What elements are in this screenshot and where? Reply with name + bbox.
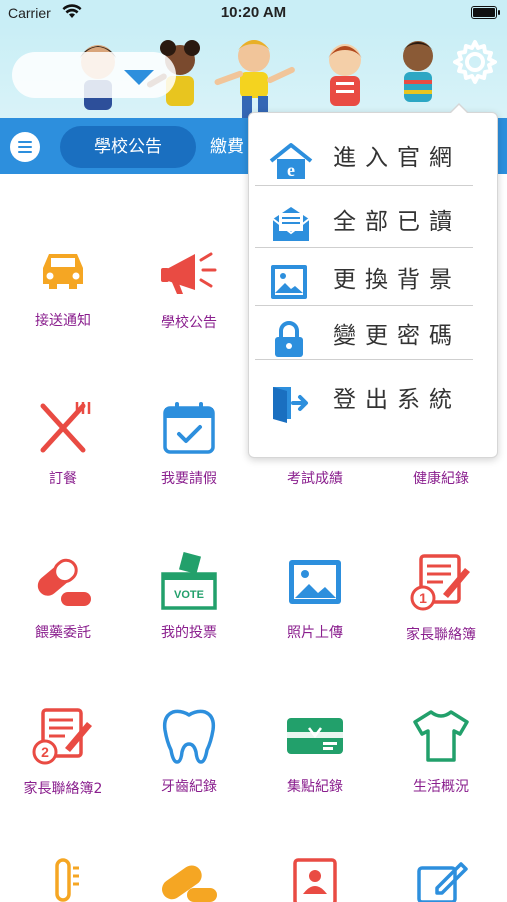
menu-item-official-site[interactable]: e 進入官網 <box>249 129 497 187</box>
menu-item-label: 更換背景 <box>333 267 461 293</box>
grid-item-medicine-request[interactable]: 餵藥委託 <box>0 552 126 642</box>
battery-icon <box>471 6 500 19</box>
mail-read-icon <box>272 207 310 241</box>
menu-divider <box>255 185 473 186</box>
menu-item-change-password[interactable]: 變更密碼 <box>249 307 497 365</box>
svg-text:2: 2 <box>41 744 49 760</box>
hamburger-menu-icon[interactable] <box>10 132 40 162</box>
grid-item-partial[interactable] <box>126 858 252 902</box>
grid-item-contact-book[interactable]: 1 家長聯絡簿 <box>378 552 504 644</box>
notebook-2-icon: 2 <box>32 708 92 765</box>
grid-item-teeth-record[interactable]: 牙齒紀錄 <box>126 706 252 796</box>
child-selector-dropdown[interactable] <box>12 52 176 98</box>
notebook-1-icon: 1 <box>410 554 470 611</box>
kid-illustration-icon <box>403 41 433 102</box>
image-icon <box>271 265 307 299</box>
grid-item-label: 牙齒紀錄 <box>161 779 217 795</box>
menu-item-label: 進入官網 <box>333 145 461 171</box>
grid-item-photo-upload[interactable]: 照片上傳 <box>252 552 378 642</box>
contact-card-icon <box>293 858 337 902</box>
pill-icon <box>37 558 91 606</box>
status-bar: Carrier 10:20 AM <box>0 0 507 26</box>
thermometer-icon <box>55 858 79 902</box>
settings-gear-icon[interactable] <box>451 38 499 86</box>
grid-item-contact-book-2[interactable]: 2 家長聯絡簿2 <box>0 706 126 798</box>
car-icon <box>43 254 83 289</box>
grid-item-label: 考試成績 <box>287 471 343 487</box>
grid-item-points-record[interactable]: 集點紀錄 <box>252 706 378 796</box>
megaphone-icon <box>161 252 217 294</box>
grid-item-pickup-notice[interactable]: 接送通知 <box>0 240 126 330</box>
svg-text:VOTE: VOTE <box>174 589 204 601</box>
grid-item-label: 學校公告 <box>161 315 217 331</box>
home-web-icon: e <box>269 143 313 180</box>
menu-item-mark-all-read[interactable]: 全部已讀 <box>249 193 497 251</box>
kid-illustration-icon <box>214 40 295 118</box>
grid-item-meal-order[interactable]: 訂餐 <box>0 398 126 488</box>
lock-icon <box>275 321 303 357</box>
tab-payment[interactable]: 繳費 <box>210 126 244 168</box>
menu-item-label: 登出系統 <box>333 387 461 413</box>
svg-text:1: 1 <box>419 590 427 606</box>
grid-item-label: 家長聯絡簿 <box>406 627 476 643</box>
grid-item-my-vote[interactable]: VOTE 我的投票 <box>126 552 252 642</box>
grid-item-label: 訂餐 <box>49 471 77 487</box>
grid-item-label: 我的投票 <box>161 625 217 641</box>
tooth-icon <box>162 709 216 764</box>
settings-popup-menu: e 進入官網 全部已讀 更換背景 變更密碼 登出系統 <box>248 103 498 458</box>
menu-item-label: 全部已讀 <box>333 209 461 235</box>
ticket-icon <box>287 718 343 754</box>
menu-divider <box>255 359 473 360</box>
grid-item-partial[interactable] <box>0 858 126 902</box>
grid-item-label: 家長聯絡簿2 <box>23 781 103 797</box>
tab-school-announcement[interactable]: 學校公告 <box>60 126 196 168</box>
grid-item-label: 集點紀錄 <box>287 779 343 795</box>
grid-item-partial[interactable] <box>252 858 378 902</box>
grid-item-leave-request[interactable]: 我要請假 <box>126 398 252 488</box>
grid-item-partial[interactable] <box>378 858 504 902</box>
grid-item-daily-life[interactable]: 生活概況 <box>378 706 504 796</box>
edit-icon <box>417 862 468 902</box>
grid-item-label: 生活概況 <box>413 779 469 795</box>
svg-text:e: e <box>287 160 295 180</box>
grid-item-school-announcement[interactable]: 學校公告 <box>126 240 252 332</box>
logout-door-icon <box>273 387 308 423</box>
grid-item-label: 餵藥委託 <box>35 625 91 641</box>
menu-item-change-background[interactable]: 更換背景 <box>249 251 497 309</box>
grid-item-label: 健康紀錄 <box>413 471 469 487</box>
kid-illustration-icon <box>328 44 362 106</box>
menu-item-label: 變更密碼 <box>333 323 461 349</box>
pill-orange-icon <box>162 865 217 902</box>
grid-item-label: 接送通知 <box>35 313 91 329</box>
menu-item-logout[interactable]: 登出系統 <box>249 371 497 429</box>
menu-divider <box>255 305 473 306</box>
photo-icon <box>289 560 341 604</box>
tshirt-icon <box>413 710 469 762</box>
grid-item-label: 照片上傳 <box>287 625 343 641</box>
menu-divider <box>255 247 473 248</box>
header-banner <box>0 26 507 118</box>
fork-knife-icon <box>40 402 91 453</box>
calendar-check-icon <box>163 402 215 454</box>
grid-item-label: 我要請假 <box>161 471 217 487</box>
chevron-down-icon <box>124 70 154 85</box>
clock: 10:20 AM <box>220 4 287 21</box>
vote-box-icon: VOTE <box>161 552 217 610</box>
